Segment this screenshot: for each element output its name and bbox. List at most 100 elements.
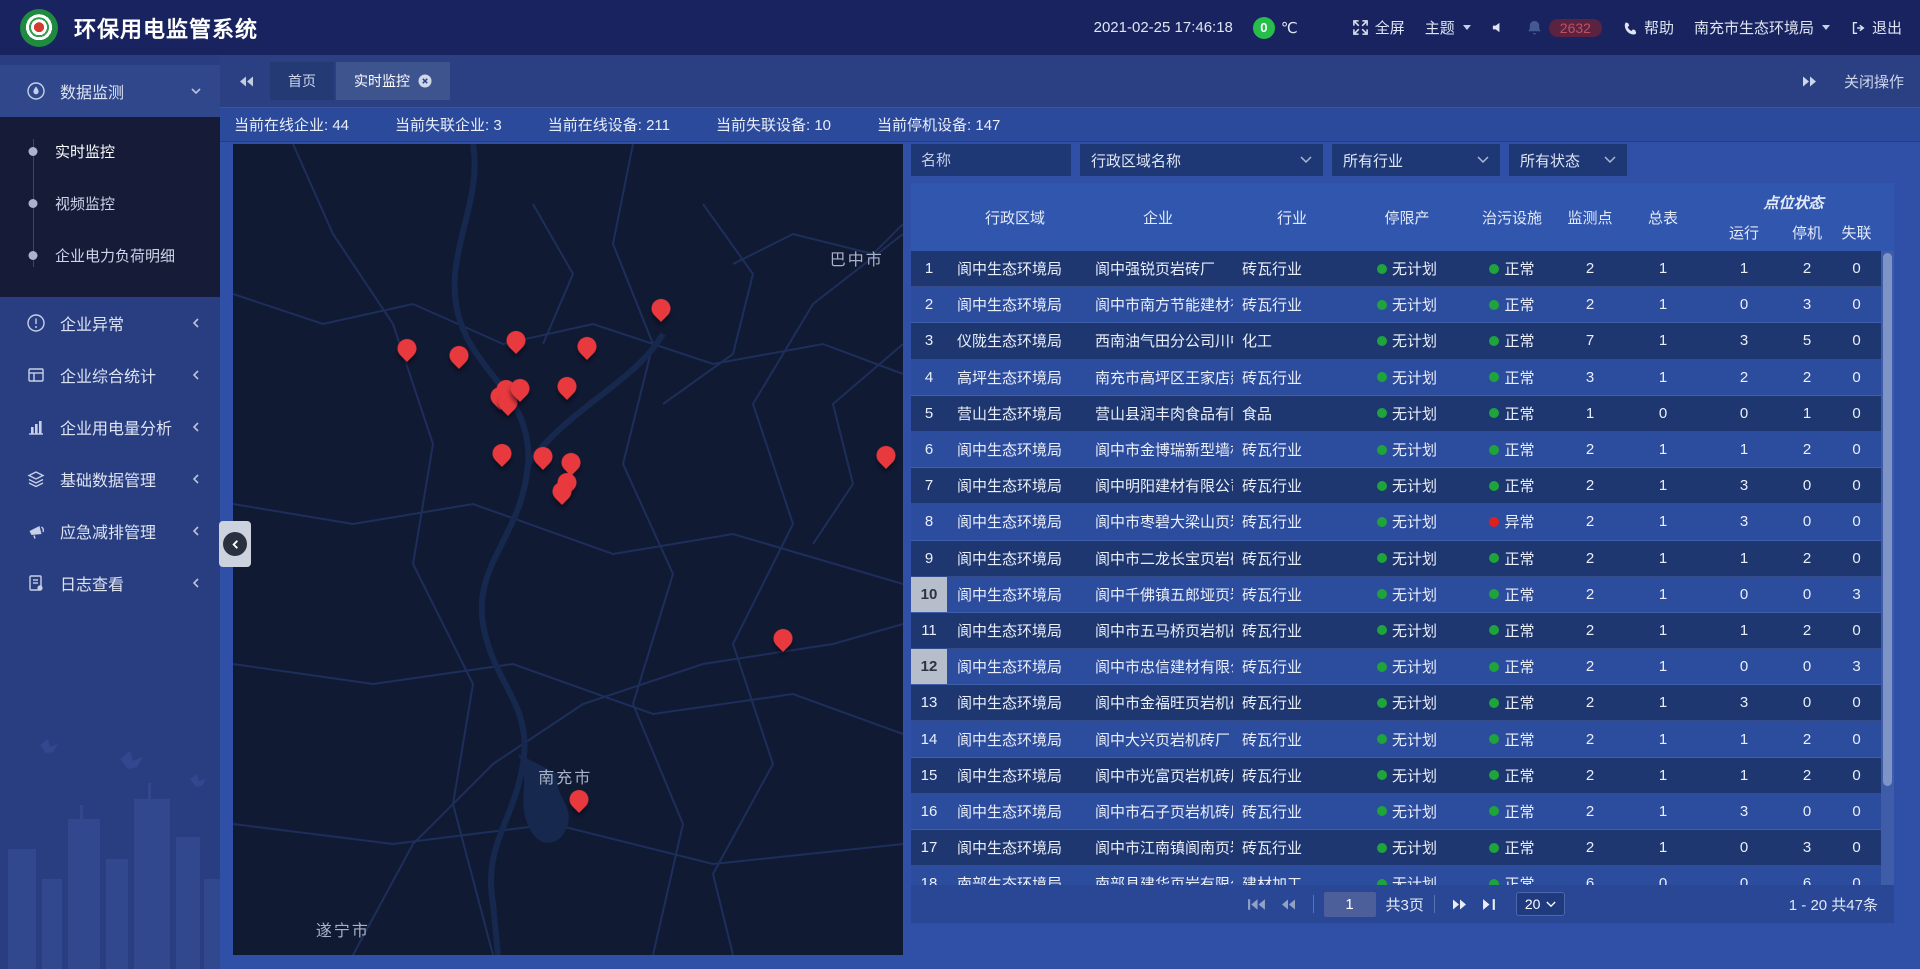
row-stopped: 0	[1781, 577, 1833, 612]
map-pin-icon[interactable]	[506, 331, 525, 350]
submenu-item-实时监控[interactable]: 实时监控	[0, 125, 220, 177]
mute-button[interactable]	[1491, 20, 1506, 35]
table-row[interactable]: 14阆中生态环境局阆中大兴页岩机砖厂砖瓦行业无计划正常21120	[911, 721, 1894, 757]
map-pin-icon[interactable]	[652, 299, 671, 318]
map-pin-icon[interactable]	[552, 482, 571, 501]
help-button[interactable]: 帮助	[1622, 17, 1674, 38]
row-company: 阆中市金博瑞新型墙材	[1083, 432, 1233, 467]
table-row[interactable]: 16阆中生态环境局阆中市石子页岩机砖厂砖瓦行业无计划正常21300	[911, 794, 1894, 830]
last-page-button[interactable]	[1482, 898, 1497, 911]
sidebar-item-应急减排管理[interactable]: 应急减排管理	[0, 505, 220, 557]
region-filter-select[interactable]: 行政区域名称	[1080, 144, 1323, 176]
tab-label: 实时监控	[354, 71, 410, 91]
table-row[interactable]: 15阆中生态环境局阆中市光富页岩机砖厂砖瓦行业无计划正常21120	[911, 758, 1894, 794]
map-pin-icon[interactable]	[557, 377, 576, 396]
table-scrollbar[interactable]	[1881, 251, 1894, 885]
status-filter-select[interactable]: 所有状态	[1509, 144, 1627, 176]
theme-label: 主题	[1425, 17, 1455, 38]
row-meters: 1	[1619, 758, 1707, 793]
app-logo-icon	[20, 9, 58, 47]
row-stopped: 3	[1781, 830, 1833, 865]
prev-page-button[interactable]	[1280, 898, 1296, 911]
close-operations-button[interactable]: 关闭操作	[1844, 71, 1904, 92]
map[interactable]: 巴中市南充市遂宁市	[233, 144, 903, 955]
table-row[interactable]: 7阆中生态环境局阆中明阳建材有限公司砖瓦行业无计划正常21300	[911, 468, 1894, 504]
next-page-button[interactable]	[1452, 898, 1468, 911]
map-pin-icon[interactable]	[533, 447, 552, 466]
map-pin-icon[interactable]	[578, 337, 597, 356]
tab-首页[interactable]: 首页	[270, 62, 334, 100]
map-collapse-button[interactable]	[219, 521, 251, 567]
tab-close-icon[interactable]	[418, 74, 432, 88]
table-row[interactable]: 4高坪生态环境局南充市高坪区王家店建砖瓦行业无计划正常31220	[911, 360, 1894, 396]
pin-shape	[393, 335, 420, 362]
sidebar-item-企业异常[interactable]: 企业异常	[0, 297, 220, 349]
fullscreen-button[interactable]: 全屏	[1352, 17, 1405, 38]
stat-value: 44	[332, 117, 349, 134]
table-row[interactable]: 5营山生态环境局营山县润丰肉食品有限食品无计划正常10010	[911, 396, 1894, 432]
map-pin-icon[interactable]	[450, 346, 469, 365]
status-dot-icon	[1377, 589, 1387, 599]
map-pin-icon[interactable]	[492, 444, 511, 463]
table-row[interactable]: 17阆中生态环境局阆中市江南镇阆南页岩砖瓦行业无计划正常21030	[911, 830, 1894, 866]
tabs-scroll-left-button[interactable]	[238, 75, 254, 88]
map-pin-icon[interactable]	[397, 339, 416, 358]
map-pin-icon[interactable]	[511, 379, 530, 398]
submenu-item-企业电力负荷明细[interactable]: 企业电力负荷明细	[0, 229, 220, 281]
row-industry: 砖瓦行业	[1233, 613, 1351, 648]
page-number-input[interactable]	[1324, 892, 1376, 917]
row-running: 1	[1707, 758, 1781, 793]
theme-dropdown[interactable]: 主题	[1425, 17, 1471, 38]
org-dropdown[interactable]: 南充市生态环境局	[1694, 17, 1830, 38]
map-canvas[interactable]: 巴中市南充市遂宁市	[233, 144, 903, 955]
row-limit-status-label: 无计划	[1392, 475, 1437, 496]
table-row[interactable]: 2阆中生态环境局阆中市南方节能建材有砖瓦行业无计划正常21030	[911, 287, 1894, 323]
map-pin-icon[interactable]	[877, 446, 896, 465]
row-limit-status: 无计划	[1351, 541, 1463, 576]
table-row[interactable]: 18南部生态环境局南部县建华页岩有限公建材加工无计划正常60060	[911, 866, 1894, 885]
row-running: 3	[1707, 468, 1781, 503]
row-region: 阆中生态环境局	[947, 685, 1083, 720]
row-limit-status-label: 无计划	[1392, 294, 1437, 315]
table-header: 行政区域 企业 行业 停限产 治污设施 监测点 总表 点位状态 运行	[911, 183, 1894, 251]
submenu-item-视频监控[interactable]: 视频监控	[0, 177, 220, 229]
row-index: 11	[911, 613, 947, 648]
table-row[interactable]: 6阆中生态环境局阆中市金博瑞新型墙材砖瓦行业无计划正常21120	[911, 432, 1894, 468]
industry-filter-select[interactable]: 所有行业	[1332, 144, 1500, 176]
page-size-value: 20	[1525, 896, 1541, 912]
first-page-button[interactable]	[1247, 898, 1266, 911]
table-row[interactable]: 3仪陇生态环境局西南油气田分公司川中化工无计划正常71350	[911, 323, 1894, 359]
name-filter-input[interactable]	[911, 144, 1071, 176]
table-row[interactable]: 9阆中生态环境局阆中市二龙长宝页岩砖砖瓦行业无计划正常21120	[911, 541, 1894, 577]
map-pin-icon[interactable]	[561, 453, 580, 472]
table-row[interactable]: 12阆中生态环境局阆中市忠信建材有限公砖瓦行业无计划正常21003	[911, 649, 1894, 685]
page-size-select[interactable]: 20	[1516, 892, 1566, 916]
scrollbar-thumb[interactable]	[1883, 253, 1892, 786]
table-row[interactable]: 13阆中生态环境局阆中市金福旺页岩机砖砖瓦行业无计划正常21300	[911, 685, 1894, 721]
sidebar-item-企业用电量分析[interactable]: 企业用电量分析	[0, 401, 220, 453]
status-dot-icon	[1489, 408, 1499, 418]
status-dot-icon	[1377, 264, 1387, 274]
table-row[interactable]: 10阆中生态环境局阆中千佛镇五郎垭页岩砖瓦行业无计划正常21003	[911, 577, 1894, 613]
logout-button[interactable]: 退出	[1850, 17, 1902, 38]
map-pin-icon[interactable]	[569, 790, 588, 809]
stat-value: 3	[493, 117, 501, 134]
map-pin-icon[interactable]	[774, 629, 793, 648]
map-pin-layer: 巴中市南充市遂宁市	[233, 144, 903, 955]
table-row[interactable]: 8阆中生态环境局阆中市枣碧大梁山页岩砖瓦行业无计划异常21300	[911, 504, 1894, 540]
stat-item: 当前在线设备: 211	[548, 114, 670, 135]
sidebar-item-企业综合统计[interactable]: 企业综合统计	[0, 349, 220, 401]
sidebar-item-基础数据管理[interactable]: 基础数据管理	[0, 453, 220, 505]
row-lost: 3	[1833, 577, 1880, 612]
table-row[interactable]: 1阆中生态环境局阆中强锐页岩砖厂砖瓦行业无计划正常21120	[911, 251, 1894, 287]
sidebar: 数据监测实时监控视频监控企业电力负荷明细企业异常企业综合统计企业用电量分析基础数…	[0, 55, 220, 969]
notifications[interactable]: 2632	[1526, 19, 1602, 37]
tabs-scroll-right-button[interactable]	[1802, 75, 1818, 88]
table-row[interactable]: 11阆中生态环境局阆中市五马桥页岩机砖砖瓦行业无计划正常21120	[911, 613, 1894, 649]
row-points: 2	[1561, 504, 1619, 539]
tab-实时监控[interactable]: 实时监控	[336, 62, 450, 100]
sub-header-stopped: 停机	[1781, 222, 1833, 243]
row-limit-status: 无计划	[1351, 758, 1463, 793]
sidebar-item-日志查看[interactable]: 日志查看	[0, 557, 220, 609]
sidebar-item-数据监测[interactable]: 数据监测	[0, 65, 220, 117]
